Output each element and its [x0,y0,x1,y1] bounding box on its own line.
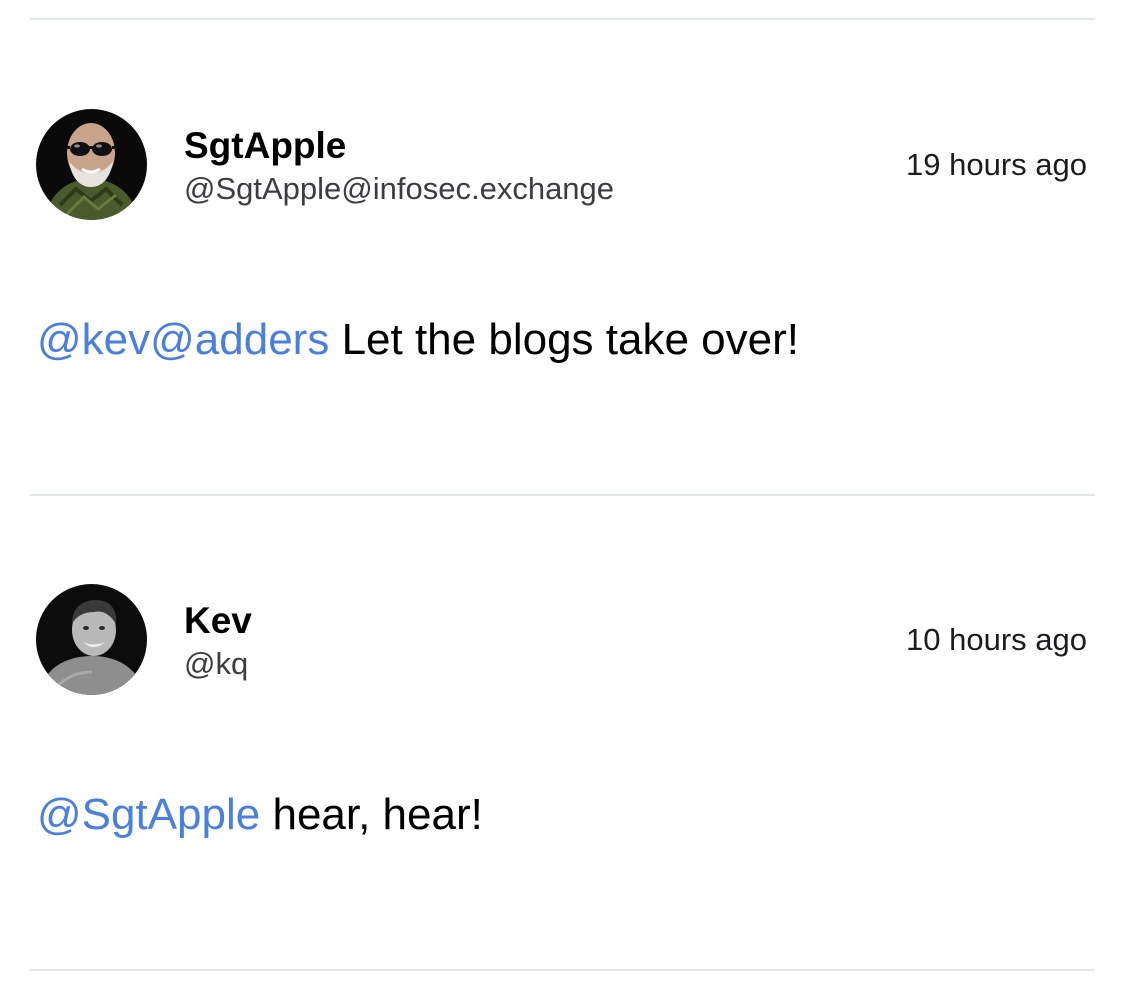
mention-link[interactable]: @kev@adders [37,315,329,364]
mention-link[interactable]: @SgtApple [37,790,260,839]
avatar[interactable] [36,109,147,220]
post-content: @kev@adders Let the blogs take over! [37,313,799,367]
post-item[interactable]: SgtApple @SgtApple@infosec.exchange 19 h… [0,0,1125,495]
divider [30,969,1095,971]
author-name[interactable]: SgtApple [184,124,346,168]
author-handle[interactable]: @kq [184,645,248,683]
post-timestamp: 19 hours ago [906,147,1087,182]
post-text: hear, hear! [260,790,483,839]
author-handle[interactable]: @SgtApple@infosec.exchange [184,170,614,208]
post-content: @SgtApple hear, hear! [37,788,483,842]
post-text: Let the blogs take over! [329,315,799,364]
avatar-photo-man-sunglasses-icon [36,109,147,220]
avatar-photo-man-smiling-icon [36,584,147,695]
author-name[interactable]: Kev [184,599,252,643]
post-timestamp: 10 hours ago [906,622,1087,657]
divider [30,494,1095,496]
avatar[interactable] [36,584,147,695]
